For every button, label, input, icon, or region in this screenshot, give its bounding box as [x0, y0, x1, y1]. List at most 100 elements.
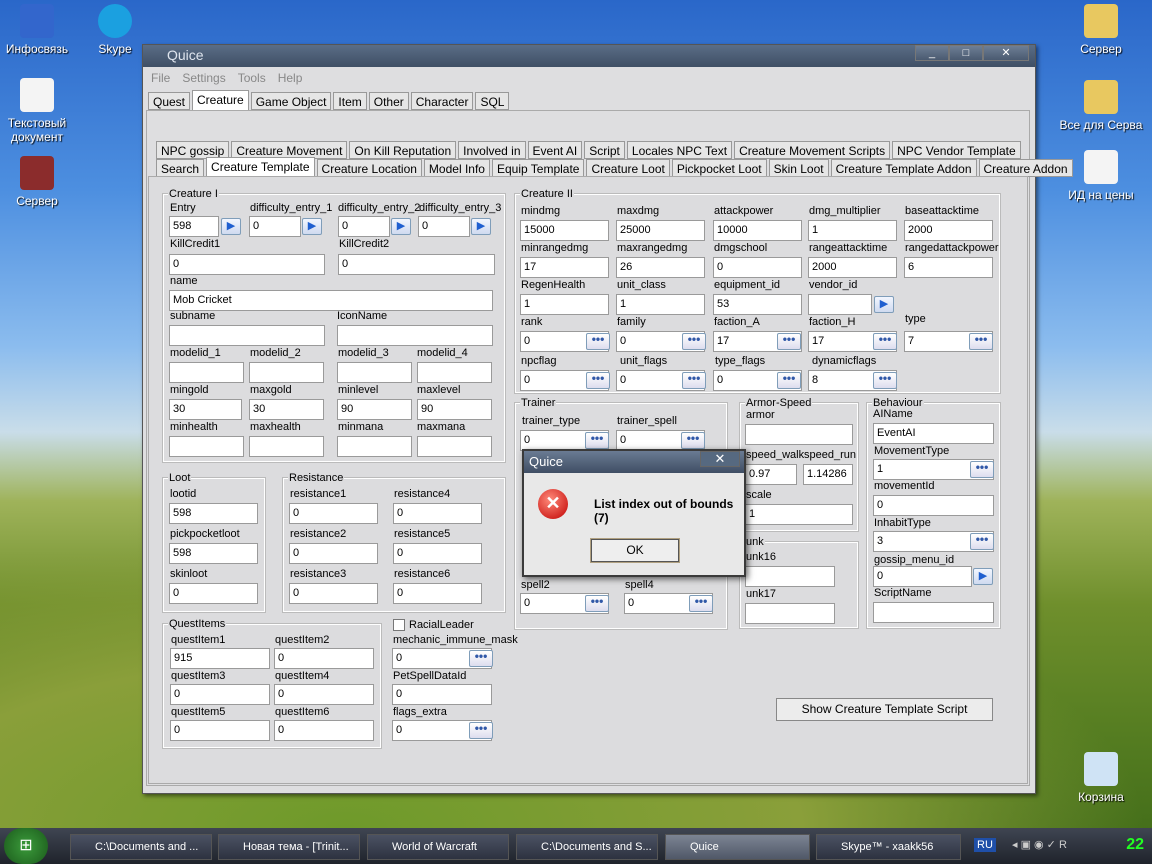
language-indicator[interactable]: RU	[974, 838, 996, 852]
minmana-field[interactable]	[337, 436, 412, 457]
subname-field[interactable]	[169, 325, 325, 346]
window-title-bar[interactable]: Quice _ □ ✕	[143, 45, 1035, 67]
gossip-menu-id-field[interactable]: 0	[873, 566, 972, 587]
minhealth-field[interactable]	[169, 436, 244, 457]
tab-creature-loot[interactable]: Creature Loot	[586, 159, 670, 177]
task-quice[interactable]: Quice	[665, 834, 810, 860]
rangedattackpower-field[interactable]: 6	[904, 257, 993, 278]
questitem6-field[interactable]: 0	[274, 720, 374, 741]
menu-tools[interactable]: Tools	[238, 71, 266, 85]
questitem2-field[interactable]: 0	[274, 648, 374, 669]
vendor-id-go-button[interactable]: ▶	[874, 296, 894, 313]
armor-field[interactable]	[745, 424, 853, 445]
ainame-field[interactable]: EventAI	[873, 423, 994, 444]
baseattacktime-field[interactable]: 2000	[904, 220, 993, 241]
desktop-icon-vse-dlya-servera[interactable]: Все для Сервa	[1058, 80, 1144, 132]
movementid-field[interactable]: 0	[873, 495, 994, 516]
dynamicflags-button[interactable]: •••	[873, 372, 897, 389]
questitem3-field[interactable]: 0	[170, 684, 270, 705]
maximize-button[interactable]: □	[949, 45, 983, 61]
questitem1-field[interactable]: 915	[170, 648, 270, 669]
type-flags-button[interactable]: •••	[969, 333, 993, 350]
inhabittype-button[interactable]: •••	[970, 533, 994, 550]
desktop-icon-infosvyaz[interactable]: Инфосвязь	[0, 4, 80, 56]
tab-item[interactable]: Item	[333, 92, 367, 110]
tray-icons[interactable]: ◂ ▣ ◉ ✓ R	[1012, 838, 1067, 851]
resistance1-field[interactable]: 0	[289, 503, 378, 524]
tab-character[interactable]: Character	[410, 92, 474, 110]
tab-game-object[interactable]: Game Object	[250, 92, 332, 110]
racialleader-checkbox[interactable]	[393, 619, 405, 631]
questitem5-field[interactable]: 0	[170, 720, 270, 741]
dialog-title-bar[interactable]: Quice ✕	[524, 451, 744, 473]
difficulty-entry-1-field[interactable]: 0	[249, 216, 301, 237]
pickpocketloot-field[interactable]: 598	[169, 543, 258, 564]
gossip-menu-id-go-button[interactable]: ▶	[973, 568, 993, 585]
modelid-2-field[interactable]	[249, 362, 324, 383]
tab-involved-in[interactable]: Involved in	[458, 141, 526, 159]
task-world-of-warcraft[interactable]: World of Warcraft	[367, 834, 509, 860]
petspelldataid-field[interactable]: 0	[392, 684, 492, 705]
resistance6-field[interactable]: 0	[393, 583, 482, 604]
difficulty-entry-2-go-button[interactable]: ▶	[391, 218, 411, 235]
modelid-4-field[interactable]	[417, 362, 492, 383]
trainer-type-button[interactable]: •••	[585, 432, 609, 449]
minrangedmg-field[interactable]: 17	[520, 257, 609, 278]
ok-button[interactable]: OK	[590, 538, 680, 563]
task-documents-2[interactable]: C:\Documents and S...	[516, 834, 658, 860]
tab-event-ai[interactable]: Event AI	[527, 141, 583, 159]
difficulty-entry-3-field[interactable]: 0	[418, 216, 470, 237]
tab-on-kill-reputation[interactable]: On Kill Reputation	[349, 141, 457, 159]
flags-extra-button[interactable]: •••	[469, 722, 493, 739]
unk16-field[interactable]	[745, 566, 835, 587]
speed-run-field[interactable]: 1.14286	[803, 464, 853, 485]
menu-settings[interactable]: Settings	[182, 71, 225, 85]
skinloot-field[interactable]: 0	[169, 583, 258, 604]
maxlevel-field[interactable]: 90	[417, 399, 492, 420]
menu-help[interactable]: Help	[278, 71, 303, 85]
maxmana-field[interactable]	[417, 436, 492, 457]
tab-creature-addon[interactable]: Creature Addon	[978, 159, 1073, 177]
mechanic-immune-mask-button[interactable]: •••	[469, 650, 493, 667]
maxrangedmg-field[interactable]: 26	[616, 257, 705, 278]
desktop-icon-server-left[interactable]: Сервер	[0, 156, 80, 208]
rangeattacktime-field[interactable]: 2000	[808, 257, 897, 278]
modelid-3-field[interactable]	[337, 362, 412, 383]
tab-equip-template[interactable]: Equip Template	[491, 159, 585, 177]
tab-other[interactable]: Other	[368, 92, 409, 110]
equipment-id-field[interactable]: 53	[713, 294, 802, 315]
type-flags-button[interactable]: •••	[777, 372, 801, 389]
tab-creature[interactable]: Creature	[192, 90, 249, 110]
difficulty-entry-3-go-button[interactable]: ▶	[471, 218, 491, 235]
tab-creature-location[interactable]: Creature Location	[316, 159, 422, 177]
unit-class-field[interactable]: 1	[616, 294, 705, 315]
tab-skin-loot[interactable]: Skin Loot	[768, 159, 829, 177]
spell4-button[interactable]: •••	[689, 595, 713, 612]
vendor-id-field[interactable]	[808, 294, 872, 315]
tab-search[interactable]: Search	[156, 159, 205, 177]
desktop-icon-recycle-bin[interactable]: Корзина	[1058, 752, 1144, 804]
lootid-field[interactable]: 598	[169, 503, 258, 524]
npcflag-flags-button[interactable]: •••	[586, 372, 610, 389]
rank-flags-button[interactable]: •••	[586, 333, 610, 350]
scriptname-field[interactable]	[873, 602, 994, 623]
task-skype[interactable]: Skype™ - xaakk56	[816, 834, 961, 860]
maxhealth-field[interactable]	[249, 436, 324, 457]
tab-pickpocket-loot[interactable]: Pickpocket Loot	[671, 159, 767, 177]
dmgschool-field[interactable]: 0	[713, 257, 802, 278]
task-documents-1[interactable]: C:\Documents and ...	[70, 834, 212, 860]
spell2-button[interactable]: •••	[585, 595, 609, 612]
killcredit1-field[interactable]: 0	[169, 254, 325, 275]
start-button[interactable]: ⊞	[4, 828, 48, 864]
show-creature-template-script-button[interactable]: Show Creature Template Script	[776, 698, 993, 721]
attackpower-field[interactable]: 10000	[713, 220, 802, 241]
tab-creature-movement-scripts[interactable]: Creature Movement Scripts	[734, 141, 891, 159]
modelid-1-field[interactable]	[169, 362, 244, 383]
task-novaya-tema[interactable]: Новая тема - [Trinit...	[218, 834, 360, 860]
trainer-spell-button[interactable]: •••	[681, 432, 705, 449]
desktop-icon-text-doc[interactable]: Текстовый документ	[0, 78, 80, 144]
dialog-close-button[interactable]: ✕	[700, 451, 740, 467]
close-button[interactable]: ✕	[983, 45, 1029, 61]
maxdmg-field[interactable]: 25000	[616, 220, 705, 241]
minlevel-field[interactable]: 90	[337, 399, 412, 420]
